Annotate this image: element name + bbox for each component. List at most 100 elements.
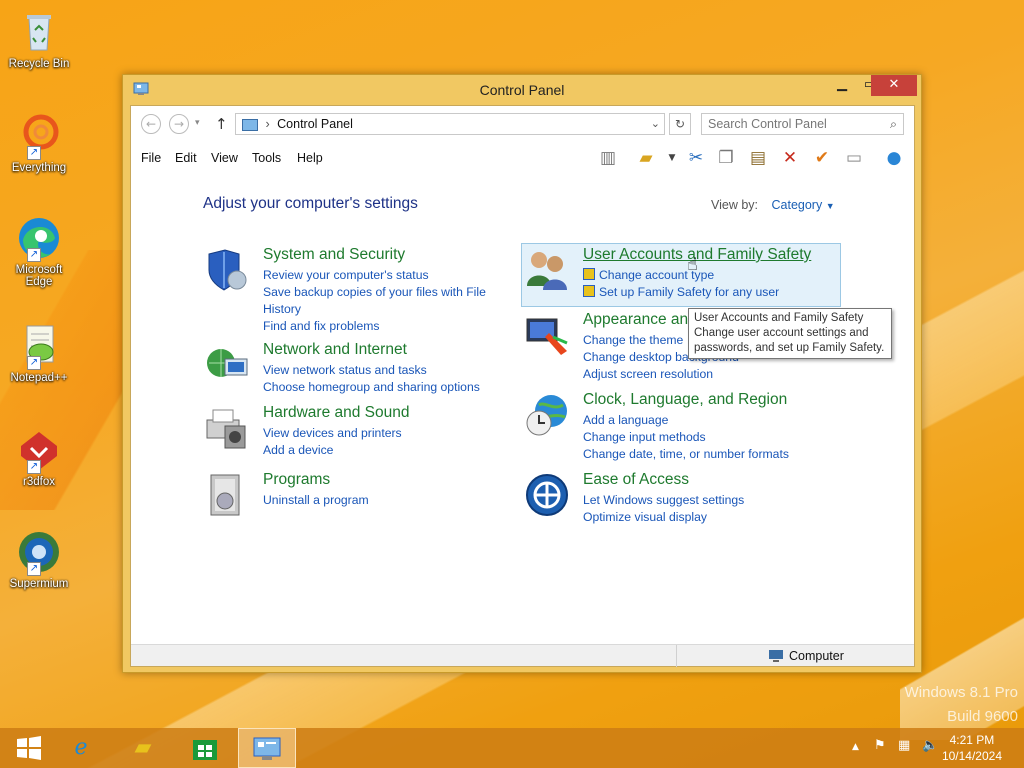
- recent-locations-chevron-icon[interactable]: ▾: [195, 118, 200, 128]
- taskbar: ℯ ▰ ▲ ⚑ ▦ 🔈 4:21 PM 10/14/2024: [0, 728, 1024, 768]
- search-input[interactable]: Search Control Panel ⌕: [701, 113, 904, 135]
- properties-check-icon[interactable]: ✔: [811, 147, 833, 169]
- category-title[interactable]: Network and Internet: [263, 341, 407, 359]
- uac-shield-icon: [583, 268, 595, 280]
- link-uninstall-program[interactable]: Uninstall a program: [263, 492, 503, 509]
- address-bar[interactable]: › Control Panel ⌄: [235, 113, 665, 135]
- supermium-icon: ↗: [15, 528, 63, 576]
- navigation-bar: ← → ▾ ↑ › Control Panel ⌄ ↻ Search Contr…: [131, 106, 914, 144]
- link-add-language[interactable]: Add a language: [583, 412, 823, 429]
- menu-help[interactable]: Help: [297, 151, 323, 165]
- desktop-icon-supermium[interactable]: ↗ Supermium: [4, 528, 74, 590]
- paste-icon[interactable]: ▤: [747, 147, 769, 169]
- link-homegroup-sharing[interactable]: Choose homegroup and sharing options: [263, 379, 503, 396]
- window-title: Control Panel: [479, 82, 565, 98]
- delete-icon[interactable]: ✕: [779, 147, 801, 169]
- back-button[interactable]: ←: [141, 114, 161, 134]
- view-by-dropdown[interactable]: Category ▼: [772, 198, 835, 212]
- link-review-status[interactable]: Review your computer's status: [263, 267, 503, 284]
- link-add-device[interactable]: Add a device: [263, 442, 503, 459]
- hand-cursor-icon: ☝: [687, 254, 698, 275]
- desktop-icon-r3dfox[interactable]: ↗ r3dfox: [4, 426, 74, 488]
- window-client-area: ← → ▾ ↑ › Control Panel ⌄ ↻ Search Contr…: [130, 105, 915, 667]
- link-adjust-resolution[interactable]: Adjust screen resolution: [583, 366, 823, 383]
- security-shield-icon: [203, 246, 251, 294]
- computer-status-icon: [768, 649, 784, 666]
- shortcut-arrow-icon: ↗: [27, 248, 41, 262]
- menu-view[interactable]: View: [211, 151, 238, 165]
- desktop-icon-recycle-bin[interactable]: Recycle Bin: [4, 8, 74, 70]
- link-save-backup[interactable]: Save backup copies of your files with Fi…: [263, 284, 503, 301]
- link-find-fix-problems[interactable]: Find and fix problems: [263, 318, 503, 335]
- r3dfox-icon: ↗: [15, 426, 63, 474]
- tooltip-line: Change user account settings and: [694, 327, 869, 339]
- status-text: Computer: [789, 649, 844, 663]
- start-button[interactable]: [0, 728, 58, 768]
- watermark-edition: Windows 8.1 Pro: [904, 684, 1018, 701]
- view-by-control: View by: Category ▼: [711, 198, 835, 212]
- address-dropdown-icon[interactable]: ⌄: [651, 114, 660, 134]
- rename-icon[interactable]: ▭: [843, 147, 865, 169]
- clock-date: 10/14/2024: [941, 749, 1002, 763]
- shortcut-arrow-icon: ↗: [27, 356, 41, 370]
- link-optimize-visual-display[interactable]: Optimize visual display: [583, 509, 823, 526]
- category-title[interactable]: Ease of Access: [583, 471, 689, 489]
- internet-explorer-icon[interactable]: ℯ: [52, 728, 110, 768]
- category-title[interactable]: Clock, Language, and Region: [583, 391, 787, 409]
- title-bar[interactable]: Control Panel ▁ ▭ ✕: [123, 75, 921, 105]
- show-hidden-icons-icon[interactable]: ▲: [852, 742, 859, 752]
- breadcrumb-control-panel[interactable]: Control Panel: [277, 117, 353, 131]
- desktop-icon-label: Recycle Bin: [8, 58, 70, 70]
- refresh-button[interactable]: ↻: [669, 113, 691, 135]
- desktop-icon-label: Everything: [11, 162, 67, 174]
- minimize-button[interactable]: ▁: [828, 75, 856, 96]
- menu-edit[interactable]: Edit: [175, 151, 197, 165]
- search-icon[interactable]: ⌕: [890, 114, 897, 134]
- layout-pane-icon[interactable]: ▥: [597, 147, 619, 169]
- recycle-bin-icon: [15, 8, 63, 56]
- edge-icon: ↗: [15, 214, 63, 262]
- taskbar-control-panel-button[interactable]: [238, 728, 296, 768]
- link-network-status[interactable]: View network status and tasks: [263, 362, 503, 379]
- category-title[interactable]: Hardware and Sound: [263, 404, 410, 422]
- folder-options-dropdown-icon[interactable]: ▼: [661, 147, 683, 169]
- link-change-input-methods[interactable]: Change input methods: [583, 429, 823, 446]
- close-button[interactable]: ✕: [871, 75, 917, 96]
- desktop-icon-everything[interactable]: ↗ Everything: [4, 112, 74, 174]
- folder-options-icon[interactable]: ▰: [635, 147, 657, 169]
- link-date-time-formats[interactable]: Change date, time, or number formats: [583, 446, 823, 463]
- network-icon[interactable]: ▦: [898, 738, 910, 753]
- link-save-backup-history[interactable]: History: [263, 301, 503, 318]
- desktop-icon-label: Supermium: [9, 578, 69, 590]
- action-center-flag-icon[interactable]: ⚑: [874, 738, 886, 753]
- link-devices-printers[interactable]: View devices and printers: [263, 425, 503, 442]
- control-panel-window[interactable]: Control Panel ▁ ▭ ✕ ← → ▾ ↑ › Control Pa…: [122, 74, 922, 673]
- cut-icon[interactable]: ✂: [685, 147, 707, 169]
- link-change-account-type[interactable]: Change account type: [583, 267, 823, 284]
- menu-tools[interactable]: Tools: [252, 151, 281, 165]
- notepad-plus-plus-icon: ↗: [15, 322, 63, 370]
- shortcut-arrow-icon: ↗: [27, 146, 41, 160]
- uac-shield-icon: [583, 285, 595, 297]
- windows-store-icon[interactable]: [176, 728, 234, 768]
- volume-muted-icon[interactable]: 🔈: [922, 738, 938, 753]
- menu-file[interactable]: File: [141, 151, 161, 165]
- desktop-icon-label: Microsoft Edge: [15, 264, 63, 288]
- desktop-icon-notepad-plus-plus[interactable]: ↗ Notepad++: [4, 322, 74, 384]
- taskbar-clock[interactable]: 4:21 PM 10/14/2024: [942, 732, 1002, 764]
- user-accounts-icon: [523, 246, 571, 294]
- everything-search-icon: ↗: [15, 112, 63, 160]
- tooltip-line: passwords, and set up Family Safety.: [694, 342, 885, 354]
- copy-icon[interactable]: ❐: [715, 147, 737, 169]
- up-arrow-button[interactable]: ↑: [215, 115, 228, 133]
- link-setup-family-safety[interactable]: Set up Family Safety for any user: [583, 284, 823, 301]
- globe-icon[interactable]: ●: [883, 147, 905, 169]
- desktop-icon-label: Notepad++: [10, 372, 68, 384]
- search-placeholder: Search Control Panel: [708, 117, 827, 131]
- category-title[interactable]: System and Security: [263, 246, 405, 264]
- desktop-icon-edge[interactable]: ↗ Microsoft Edge: [4, 214, 74, 288]
- link-windows-suggest-settings[interactable]: Let Windows suggest settings: [583, 492, 823, 509]
- file-explorer-icon[interactable]: ▰: [114, 728, 172, 768]
- forward-button[interactable]: →: [169, 114, 189, 134]
- category-title[interactable]: Programs: [263, 471, 330, 489]
